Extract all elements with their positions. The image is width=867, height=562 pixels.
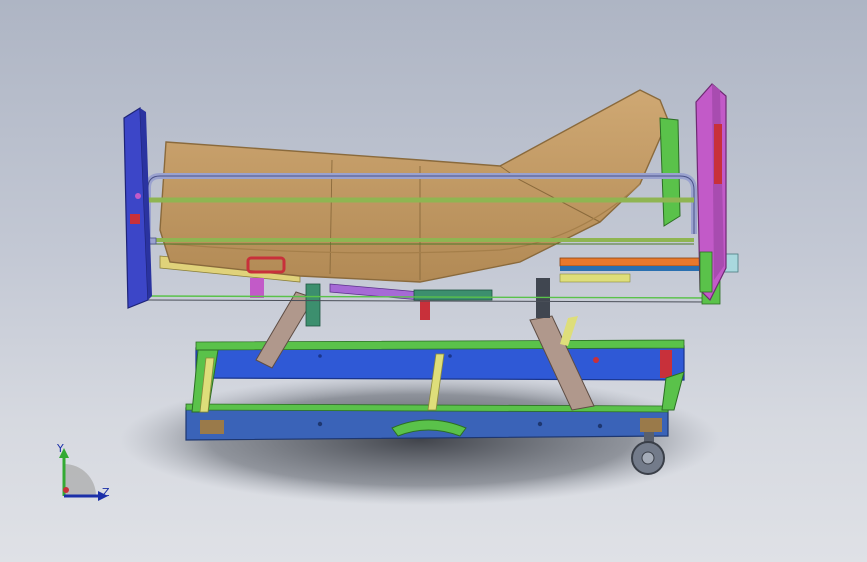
cad-graphics-viewport[interactable]: Y Z [0, 0, 867, 562]
coordinate-triad-icon [59, 448, 108, 501]
mattress[interactable] [159, 89, 669, 283]
backrest-frame [659, 117, 681, 227]
headboard[interactable] [695, 83, 727, 302]
base-frame[interactable] [185, 403, 669, 441]
hospital-bed-3d-model[interactable] [0, 0, 867, 562]
footboard[interactable] [123, 106, 152, 309]
y-axis-label: Y [57, 442, 64, 455]
z-axis-label: Z [102, 486, 110, 499]
coordinate-triad: Y Z [44, 440, 116, 512]
